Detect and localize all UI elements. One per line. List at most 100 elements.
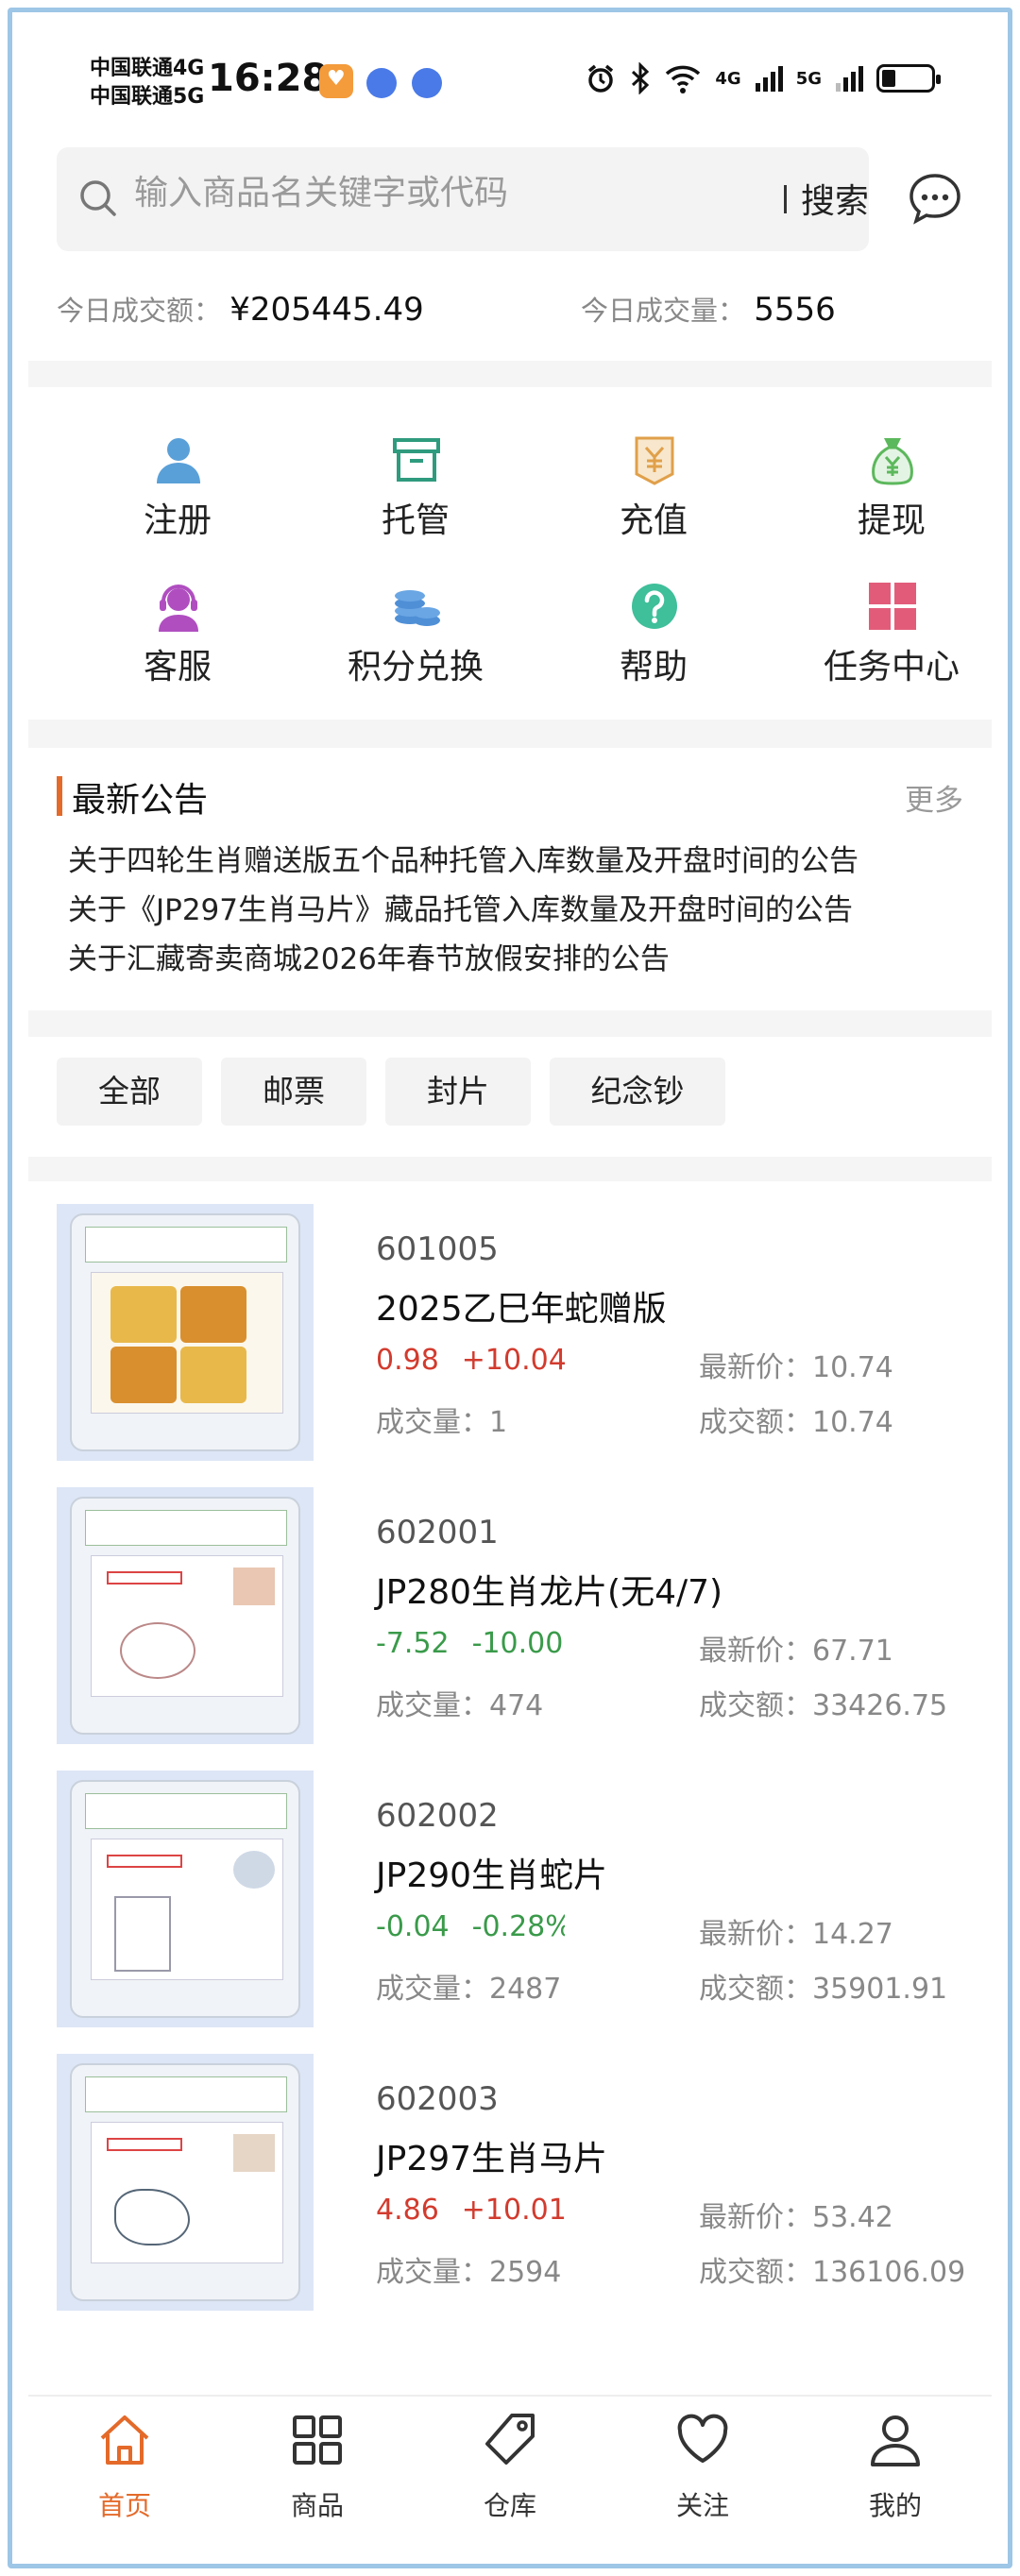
product-row[interactable]: 602002 JP290生肖蛇片 -0.04 -0.28% 最新价：14.27 成… — [28, 1771, 992, 2035]
net-type-2: 5G — [795, 68, 822, 89]
announcement-item[interactable]: 关于《JP297生肖马片》藏品托管入库数量及开盘时间的公告 — [68, 886, 853, 928]
tab-home[interactable]: 首页 — [28, 2397, 221, 2548]
amount-label: 成交额： — [699, 1406, 812, 1439]
amount-label: 成交额： — [699, 1973, 812, 2006]
grid-item-recharge[interactable]: 充值 — [559, 425, 748, 567]
grid-item-withdraw[interactable]: 提现 — [797, 425, 986, 567]
grid-item-points-exchange[interactable]: 积分兑换 — [321, 571, 510, 713]
home-icon — [100, 2415, 149, 2465]
volume-label: 成交量： — [376, 1406, 489, 1439]
heart-icon — [677, 2414, 728, 2463]
tab-warehouse[interactable]: 仓库 — [414, 2397, 606, 2548]
grid-item-register[interactable]: 注册 — [83, 425, 272, 567]
product-name: JP290生肖蛇片 — [376, 1856, 608, 1895]
latest-price: 最新价：10.74 — [699, 1344, 893, 1385]
grid-item-custody[interactable]: 托管 — [321, 425, 510, 567]
product-case — [70, 1780, 300, 2018]
grid-label: 充值 — [619, 501, 688, 540]
section-divider — [28, 1010, 992, 1037]
latest-label: 最新价： — [699, 1351, 812, 1384]
product-slab-label — [85, 2076, 287, 2112]
volume-label: 今日成交量： — [581, 295, 746, 327]
trade-amount: 成交额：10.74 — [699, 1398, 893, 1440]
section-divider — [28, 361, 992, 387]
change-value: 0.98 — [376, 1344, 439, 1377]
product-case — [70, 1213, 300, 1451]
grid-label: 注册 — [143, 501, 212, 540]
product-name: JP297生肖马片 — [376, 2140, 608, 2178]
shortcut-grid: 注册 托管 充值 提现 客服 积分兑换 帮助 任务中心 — [28, 406, 992, 718]
change-percent: -0.28% — [471, 1910, 565, 1943]
tab-label: 仓库 — [483, 2490, 536, 2521]
user-icon — [157, 438, 200, 483]
announcement-section: 最新公告 更多 关于四轮生肖赠送版五个品种托管入库数量及开盘时间的公告 关于《J… — [28, 755, 992, 1010]
trade-volume: 成交量：1 — [376, 1398, 507, 1440]
announcement-item[interactable]: 关于四轮生肖赠送版五个品种托管入库数量及开盘时间的公告 — [68, 837, 858, 879]
product-slab-label — [85, 1510, 287, 1546]
change-value: -0.04 — [376, 1910, 450, 1943]
volume-value: 5556 — [754, 291, 836, 329]
volume-value: 2487 — [489, 1973, 562, 2006]
grid-item-task-center[interactable]: 任务中心 — [797, 571, 986, 713]
filter-all[interactable]: 全部 — [57, 1058, 202, 1126]
tab-follow[interactable]: 关注 — [606, 2397, 799, 2548]
product-postcard — [91, 1839, 283, 1980]
search-input[interactable] — [134, 174, 701, 212]
latest-label: 最新价： — [699, 2201, 812, 2234]
product-postcard — [91, 2122, 283, 2263]
volume-value: 1 — [489, 1406, 508, 1439]
announcement-item[interactable]: 关于汇藏寄卖商城2026年春节放假安排的公告 — [68, 935, 670, 977]
stamp-thumb — [233, 2134, 275, 2172]
tab-label: 首页 — [97, 2490, 151, 2521]
change-percent: +10.01% — [461, 2194, 565, 2227]
net-type-1: 4G — [715, 68, 741, 89]
grid-label: 积分兑换 — [347, 648, 484, 686]
product-row[interactable]: 602003 JP297生肖马片 4.86 +10.01% 最新价：53.42 成… — [28, 2054, 992, 2318]
latest-value: 53.42 — [812, 2201, 893, 2234]
tab-label: 商品 — [290, 2490, 344, 2521]
search-bar[interactable]: 搜索 — [57, 147, 869, 251]
volume-value: 474 — [489, 1689, 544, 1722]
product-row[interactable]: 601005 2025乙巳年蛇赠版 0.98+10.04% 最新价：10.74 … — [28, 1204, 992, 1468]
help-icon — [632, 584, 677, 629]
grid-item-service[interactable]: 客服 — [83, 571, 272, 713]
filter-stamps[interactable]: 邮票 — [221, 1058, 366, 1126]
product-case — [70, 1497, 300, 1735]
tab-label: 关注 — [675, 2490, 729, 2521]
product-change: 4.86 +10.01% — [376, 2194, 565, 2227]
search-button[interactable]: 搜索 — [801, 174, 869, 223]
volume-label: 成交量： — [376, 1689, 489, 1722]
trade-amount: 成交额：33426.75 — [699, 1682, 947, 1723]
product-code: 602003 — [376, 2080, 499, 2118]
turnover-label: 今日成交额： — [57, 295, 222, 327]
filter-banknotes[interactable]: 纪念钞 — [550, 1058, 725, 1126]
amount-value: 35901.91 — [812, 1973, 948, 2006]
chat-bubble-icon[interactable] — [907, 170, 963, 227]
filter-covers[interactable]: 封片 — [385, 1058, 531, 1126]
tab-products[interactable]: 商品 — [221, 2397, 414, 2548]
trade-volume: 成交量：2487 — [376, 1965, 561, 2007]
battery-icon — [876, 64, 941, 93]
search-icon — [80, 180, 116, 216]
person-icon — [871, 2415, 920, 2466]
stamp-thumb — [233, 1568, 275, 1605]
tab-mine[interactable]: 我的 — [799, 2397, 992, 2548]
volume-label: 成交量： — [376, 1973, 489, 2006]
bluetooth-icon — [632, 62, 650, 94]
title-accent-bar — [57, 776, 62, 816]
grid-label: 客服 — [143, 648, 212, 686]
product-row[interactable]: 602001 JP280生肖龙片(无4/7) -7.52 -10.00 最新价：6… — [28, 1487, 992, 1752]
volume-stat: 今日成交量： 5556 — [581, 289, 836, 329]
product-change: 0.98 +10.04% — [376, 1344, 565, 1377]
more-link[interactable]: 更多 — [905, 776, 963, 819]
change-value: -7.52 — [376, 1627, 450, 1660]
grid-item-help[interactable]: 帮助 — [559, 571, 748, 713]
latest-label: 最新价： — [699, 1918, 812, 1951]
apps-icon — [293, 2415, 342, 2465]
status-bar: 中国联通4G 中国联通5G 16:28 4G 5G — [28, 28, 992, 132]
trade-amount: 成交额：35901.91 — [699, 1965, 947, 2007]
signal-icon — [755, 66, 783, 92]
product-change: -0.04 -0.28% — [376, 1910, 565, 1943]
trade-volume: 成交量：2594 — [376, 2248, 561, 2290]
stamp-thumb — [233, 1851, 275, 1889]
